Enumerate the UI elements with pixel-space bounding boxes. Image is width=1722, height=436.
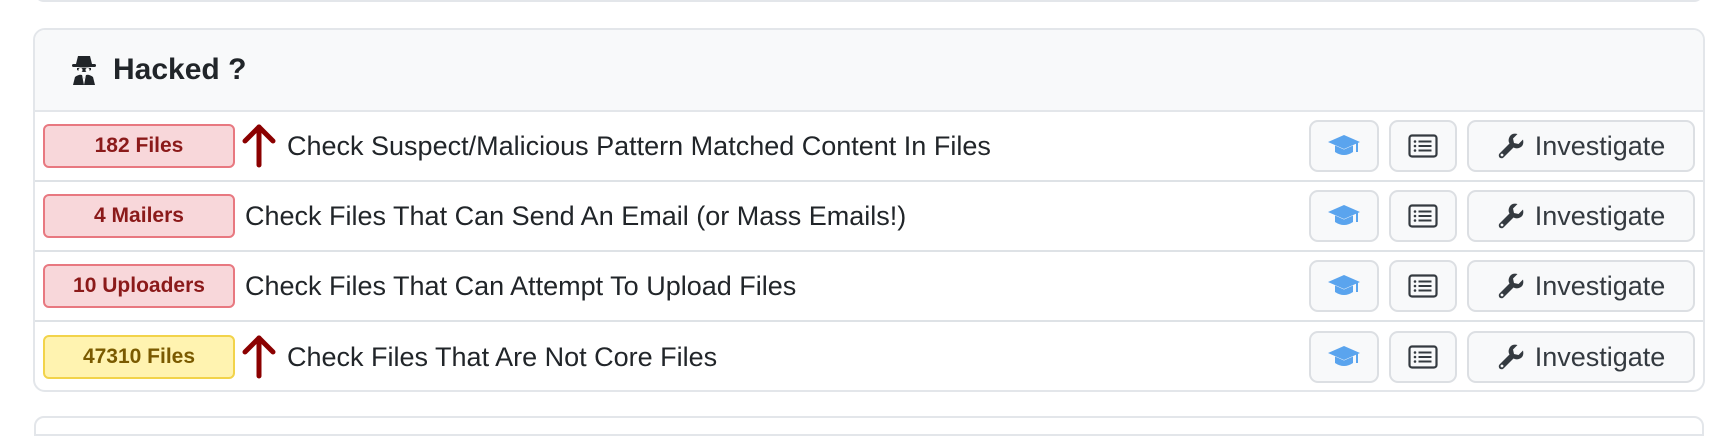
wrench-icon (1497, 343, 1525, 371)
list-alt-icon (1408, 345, 1438, 369)
count-badge: 10 Uploaders (43, 264, 235, 308)
check-label: Check Suspect/Malicious Pattern Matched … (287, 130, 991, 161)
investigate-button[interactable]: Investigate (1467, 260, 1695, 312)
check-row-malicious-pattern: 182 Files Check Suspect/Malicious Patter… (35, 112, 1703, 182)
log-button[interactable] (1389, 331, 1457, 383)
user-secret-icon (69, 54, 99, 86)
graduation-cap-icon (1327, 203, 1361, 229)
count-badge: 4 Mailers (43, 194, 235, 238)
learn-button[interactable] (1309, 260, 1379, 312)
check-label: Check Files That Are Not Core Files (287, 341, 718, 372)
check-row-mailers: 4 Mailers Check Files That Can Send An E… (35, 182, 1703, 252)
graduation-cap-icon (1327, 133, 1361, 159)
investigate-button[interactable]: Investigate (1467, 331, 1695, 383)
learn-button[interactable] (1309, 120, 1379, 172)
previous-card-edge (34, 0, 1704, 2)
arrow-up-icon (239, 334, 279, 380)
card-header: Hacked ? (35, 30, 1703, 112)
investigate-label: Investigate (1534, 200, 1666, 231)
count-badge: 182 Files (43, 124, 235, 168)
row-actions: Investigate (1309, 331, 1695, 383)
wrench-icon (1497, 132, 1525, 160)
check-row-uploaders: 10 Uploaders Check Files That Can Attemp… (35, 252, 1703, 322)
investigate-label: Investigate (1534, 341, 1666, 372)
investigate-label: Investigate (1534, 270, 1666, 301)
card-title: Hacked ? (113, 53, 247, 86)
arrow-up-icon (239, 123, 279, 169)
row-actions: Investigate (1309, 190, 1695, 242)
next-card-edge (34, 416, 1704, 436)
graduation-cap-icon (1327, 273, 1361, 299)
log-button[interactable] (1389, 190, 1457, 242)
count-badge: 47310 Files (43, 335, 235, 379)
check-row-non-core-files: 47310 Files Check Files That Are Not Cor… (35, 322, 1703, 390)
learn-button[interactable] (1309, 331, 1379, 383)
learn-button[interactable] (1309, 190, 1379, 242)
wrench-icon (1497, 202, 1525, 230)
investigate-label: Investigate (1534, 130, 1666, 161)
list-alt-icon (1408, 274, 1438, 298)
log-button[interactable] (1389, 120, 1457, 172)
row-actions: Investigate (1309, 260, 1695, 312)
hacked-card: Hacked ? 182 Files Check Suspect/Malicio… (33, 28, 1705, 392)
log-button[interactable] (1389, 260, 1457, 312)
row-actions: Investigate (1309, 120, 1695, 172)
check-label: Check Files That Can Attempt To Upload F… (245, 270, 797, 301)
wrench-icon (1497, 272, 1525, 300)
check-label: Check Files That Can Send An Email (or M… (245, 200, 907, 231)
investigate-button[interactable]: Investigate (1467, 120, 1695, 172)
list-alt-icon (1408, 134, 1438, 158)
investigate-button[interactable]: Investigate (1467, 190, 1695, 242)
graduation-cap-icon (1327, 344, 1361, 370)
list-alt-icon (1408, 204, 1438, 228)
